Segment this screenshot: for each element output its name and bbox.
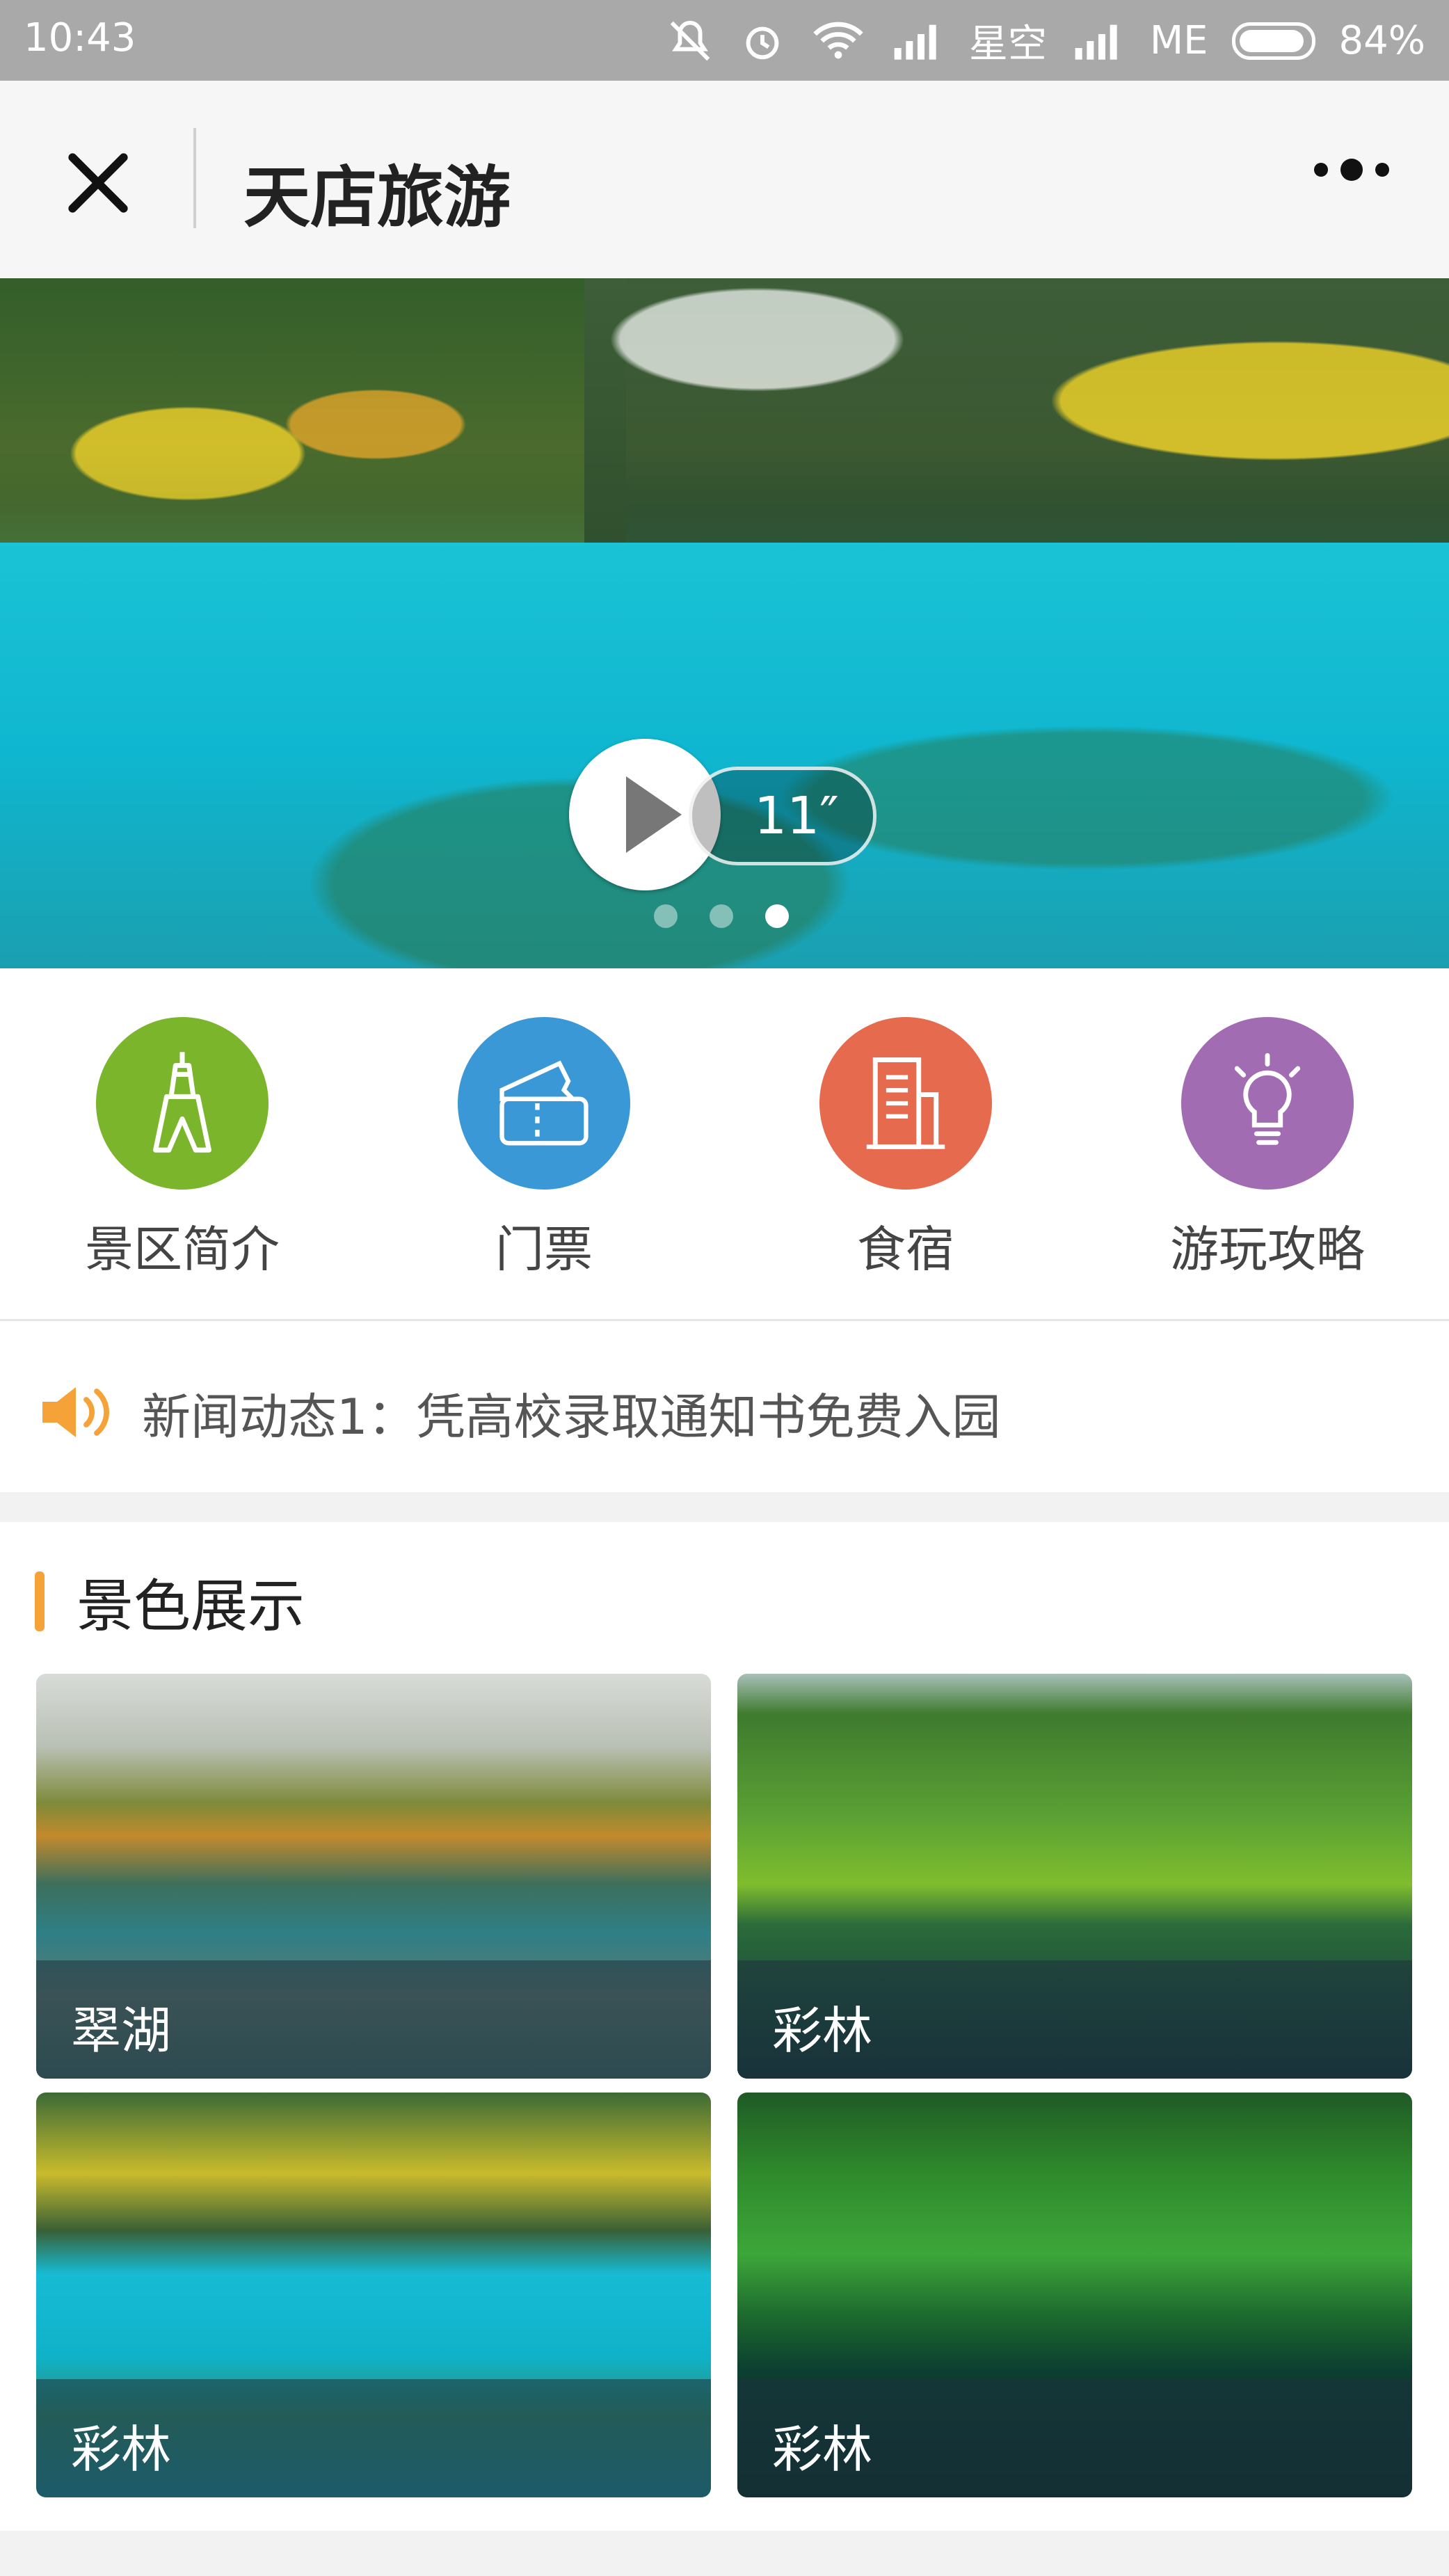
video-duration-badge: 11″ xyxy=(689,767,876,865)
quick-menu: 景区简介 门票 食宿 游玩攻略 xyxy=(0,968,1449,1321)
title-divider xyxy=(193,128,196,228)
carousel-dot[interactable] xyxy=(710,904,733,928)
scenery-gallery: 景色展示 翠湖 彩林 彩林 彩林 xyxy=(0,1522,1449,2531)
status-time: 10:43 xyxy=(24,15,136,61)
tile-caption-bar: 彩林 xyxy=(737,1960,1412,2079)
alarm-icon xyxy=(746,26,779,59)
section-header: 景色展示 xyxy=(35,1560,305,1642)
carousel-dots xyxy=(654,904,789,928)
tower-icon xyxy=(96,1017,269,1190)
tile-caption-bar: 彩林 xyxy=(36,2379,711,2497)
gallery-tile[interactable]: 彩林 xyxy=(737,1674,1412,2079)
gallery-tile[interactable]: 彩林 xyxy=(737,2093,1412,2497)
menu-item-tickets[interactable]: 门票 xyxy=(419,1017,669,1281)
hero-image-forest-left xyxy=(0,278,626,570)
battery-percent: 84% xyxy=(1338,18,1425,63)
close-icon[interactable] xyxy=(60,145,136,221)
tile-caption: 彩林 xyxy=(772,2420,873,2479)
ticket-icon xyxy=(458,1017,630,1190)
hero-image-forest-right xyxy=(584,278,1449,584)
carousel-dot[interactable] xyxy=(654,904,678,928)
wifi-icon xyxy=(813,22,863,58)
title-bar: 天店旅游 xyxy=(0,81,1449,278)
mute-icon xyxy=(670,20,710,61)
speaker-icon xyxy=(42,1387,109,1437)
tile-caption: 彩林 xyxy=(71,2420,172,2479)
tile-caption-bar: 翠湖 xyxy=(36,1960,711,2079)
menu-item-label: 游玩攻略 xyxy=(1170,1221,1365,1278)
menu-item-label: 景区简介 xyxy=(85,1221,280,1278)
bottom-spacer xyxy=(0,2531,1449,2576)
status-icons: 星空 ME 84% xyxy=(666,13,1425,69)
hero-banner[interactable] xyxy=(0,278,1449,968)
menu-item-lodging[interactable]: 食宿 xyxy=(780,1017,1031,1281)
lightbulb-icon xyxy=(1181,1017,1354,1190)
tile-caption-bar: 彩林 xyxy=(737,2379,1412,2497)
carousel-dot-active[interactable] xyxy=(765,904,789,928)
carrier-2: ME xyxy=(1149,18,1208,63)
carrier-1: 星空 xyxy=(968,22,1047,67)
tile-caption: 彩林 xyxy=(772,2001,873,2060)
battery-icon xyxy=(1231,22,1315,60)
gallery-tile[interactable]: 翠湖 xyxy=(36,1674,711,2079)
news-text[interactable]: 新闻动态1：凭高校录取通知书免费入园 xyxy=(142,1378,1001,1448)
status-bar: 10:43 星空 ME 84% xyxy=(0,0,1449,81)
signal-icon xyxy=(894,24,936,60)
menu-item-label: 食宿 xyxy=(857,1221,954,1278)
menu-item-guide[interactable]: 游玩攻略 xyxy=(1142,1017,1393,1281)
more-options-icon[interactable] xyxy=(1310,156,1393,184)
gallery-tile[interactable]: 彩林 xyxy=(36,2093,711,2497)
section-accent-bar xyxy=(35,1571,45,1631)
section-title: 景色展示 xyxy=(77,1574,305,1640)
signal-icon-2 xyxy=(1075,24,1117,60)
menu-item-label: 门票 xyxy=(495,1221,593,1278)
menu-item-intro[interactable]: 景区简介 xyxy=(57,1017,307,1281)
tile-caption: 翠湖 xyxy=(71,2001,172,2060)
news-ticker[interactable]: 新闻动态1：凭高校录取通知书免费入园 xyxy=(0,1321,1449,1492)
building-icon xyxy=(819,1017,992,1190)
page-title: 天店旅游 xyxy=(243,159,511,237)
